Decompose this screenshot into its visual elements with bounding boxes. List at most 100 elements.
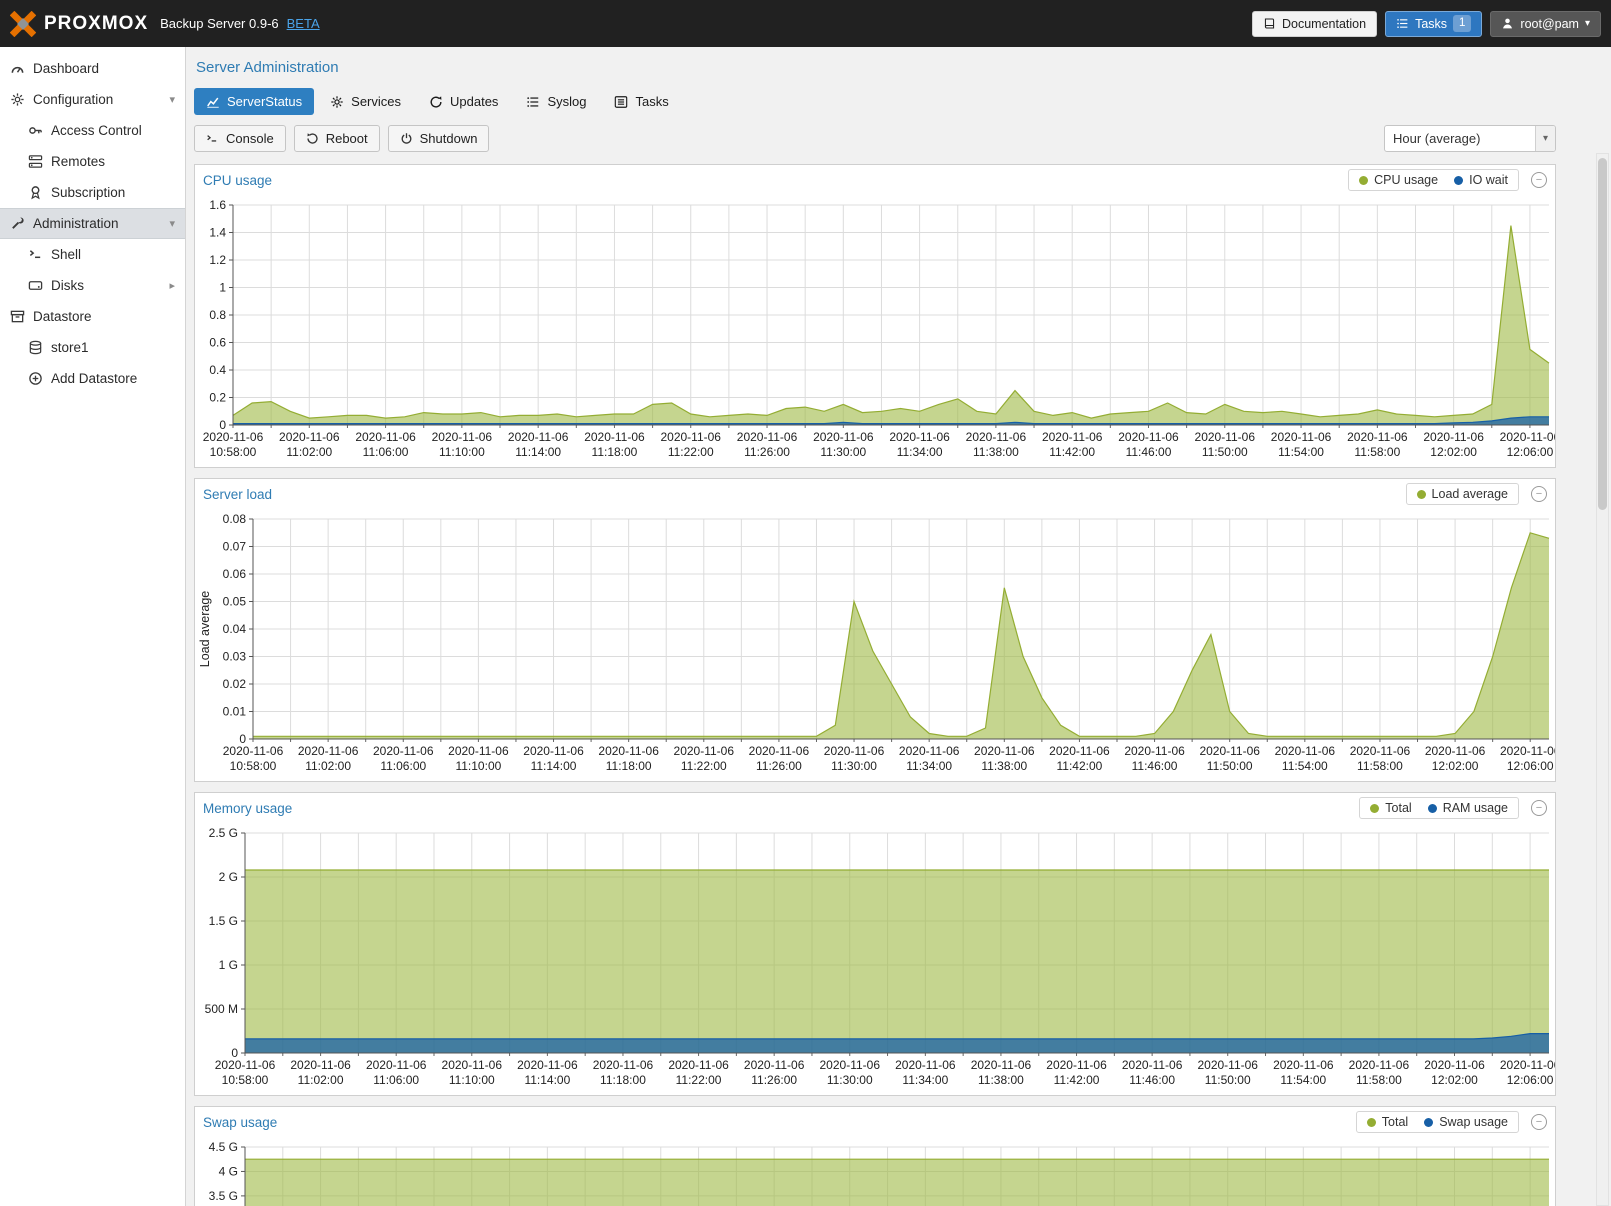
tasks-button[interactable]: Tasks 1	[1385, 11, 1482, 37]
svg-text:2020-11-06: 2020-11-06	[593, 1058, 654, 1072]
svg-text:0.2: 0.2	[209, 391, 226, 405]
legend-item[interactable]: Swap usage	[1424, 1115, 1508, 1129]
legend-item[interactable]: RAM usage	[1428, 801, 1508, 815]
tab-label: Updates	[450, 94, 498, 109]
tab-updates[interactable]: Updates	[417, 88, 510, 115]
user-menu-button[interactable]: root@pam ▾	[1490, 11, 1601, 37]
collapse-panel-icon[interactable]: −	[1531, 800, 1547, 816]
svg-text:2020-11-06: 2020-11-06	[1118, 430, 1179, 444]
collapse-panel-icon[interactable]: −	[1531, 172, 1547, 188]
legend-item[interactable]: CPU usage	[1359, 173, 1438, 187]
svg-text:11:46:00: 11:46:00	[1126, 445, 1172, 459]
legend-item[interactable]: Load average	[1417, 487, 1508, 501]
list-alt-icon	[614, 95, 628, 109]
sidebar-item-disks[interactable]: Disks ▸	[0, 270, 185, 301]
sidebar-item-access-control[interactable]: Access Control	[0, 115, 185, 146]
svg-text:2 G: 2 G	[219, 870, 238, 884]
product-version: Backup Server 0.9-6	[160, 16, 279, 31]
svg-text:11:58:00: 11:58:00	[1356, 1073, 1402, 1087]
sidebar-item-subscription[interactable]: Subscription	[0, 177, 185, 208]
collapse-panel-icon[interactable]: −	[1531, 486, 1547, 502]
tab-label: Services	[351, 94, 401, 109]
power-icon	[400, 132, 413, 145]
svg-text:2020-11-06: 2020-11-06	[668, 1058, 729, 1072]
svg-text:2020-11-06: 2020-11-06	[290, 1058, 351, 1072]
scrollbar-thumb[interactable]	[1598, 158, 1607, 510]
collapse-panel-icon[interactable]: −	[1531, 1114, 1547, 1130]
svg-text:11:06:00: 11:06:00	[380, 759, 426, 773]
beta-link[interactable]: BETA	[287, 16, 320, 31]
svg-text:0.6: 0.6	[209, 336, 226, 350]
legend-item[interactable]: Total	[1367, 1115, 1408, 1129]
svg-text:4.5 G: 4.5 G	[209, 1140, 238, 1154]
sidebar-item-label: Add Datastore	[51, 371, 137, 386]
svg-text:4 G: 4 G	[219, 1164, 238, 1178]
svg-text:11:38:00: 11:38:00	[978, 1073, 1024, 1087]
svg-text:2020-11-06: 2020-11-06	[813, 430, 874, 444]
legend-dot	[1417, 490, 1426, 499]
svg-text:11:54:00: 11:54:00	[1280, 1073, 1326, 1087]
svg-text:11:22:00: 11:22:00	[668, 445, 714, 459]
svg-text:2020-11-06: 2020-11-06	[1197, 1058, 1258, 1072]
legend-item[interactable]: Total	[1370, 801, 1411, 815]
legend-dot	[1424, 1118, 1433, 1127]
cpu-usage-panel: CPU usage CPU usage IO wait − 00.20.40.6…	[194, 164, 1556, 468]
main-content: Server Administration ServerStatus Servi…	[186, 47, 1611, 1206]
svg-text:11:02:00: 11:02:00	[286, 445, 332, 459]
tab-syslog[interactable]: Syslog	[514, 88, 598, 115]
toolbar: Console Reboot Shutdown Hour (average) ▾	[194, 125, 1556, 152]
sidebar-item-remotes[interactable]: Remotes	[0, 146, 185, 177]
svg-text:2020-11-06: 2020-11-06	[1500, 430, 1555, 444]
panel-title: CPU usage	[203, 173, 272, 188]
tab-services[interactable]: Services	[318, 88, 413, 115]
sidebar-item-dashboard[interactable]: Dashboard	[0, 53, 185, 84]
svg-text:11:18:00: 11:18:00	[592, 445, 638, 459]
chevron-down-icon[interactable]: ▾	[169, 217, 179, 230]
svg-text:2020-11-06: 2020-11-06	[889, 430, 950, 444]
svg-text:2020-11-06: 2020-11-06	[1500, 1058, 1555, 1072]
svg-text:11:22:00: 11:22:00	[676, 1073, 722, 1087]
brand-name: PROXMOX	[44, 13, 148, 35]
svg-text:11:10:00: 11:10:00	[449, 1073, 495, 1087]
user-label: root@pam	[1520, 17, 1579, 31]
reboot-button[interactable]: Reboot	[294, 125, 380, 152]
memory-legend: Total RAM usage	[1359, 797, 1519, 819]
tasks-count-badge: 1	[1453, 15, 1471, 32]
documentation-button[interactable]: Documentation	[1252, 11, 1377, 37]
list-icon	[1396, 17, 1409, 30]
shutdown-label: Shutdown	[420, 131, 478, 146]
svg-text:2020-11-06: 2020-11-06	[523, 744, 584, 758]
sidebar-item-configuration[interactable]: Configuration ▾	[0, 84, 185, 115]
svg-text:2020-11-06: 2020-11-06	[432, 430, 493, 444]
page-title: Server Administration	[196, 59, 1556, 76]
svg-text:2020-11-06: 2020-11-06	[508, 430, 569, 444]
chevron-right-icon[interactable]: ▸	[169, 279, 179, 292]
sidebar-item-add-datastore[interactable]: Add Datastore	[0, 363, 185, 394]
sidebar-item-label: Datastore	[33, 309, 92, 324]
svg-text:2020-11-06: 2020-11-06	[442, 1058, 503, 1072]
svg-text:2020-11-06: 2020-11-06	[355, 430, 416, 444]
tab-serverstatus[interactable]: ServerStatus	[194, 88, 314, 115]
time-range-select[interactable]: Hour (average) ▾	[1384, 125, 1556, 152]
svg-text:2020-11-06: 2020-11-06	[1350, 744, 1411, 758]
sidebar-item-shell[interactable]: Shell	[0, 239, 185, 270]
sidebar-item-administration[interactable]: Administration ▾	[0, 208, 185, 239]
sidebar-item-datastore[interactable]: Datastore	[0, 301, 185, 332]
app-header: PROXMOX Backup Server 0.9-6 BETA Documen…	[0, 0, 1611, 47]
server-load-panel: Server load Load average − 00.010.020.03…	[194, 478, 1556, 782]
svg-text:2020-11-06: 2020-11-06	[1275, 744, 1336, 758]
sidebar-item-store1[interactable]: store1	[0, 332, 185, 363]
vertical-scrollbar[interactable]	[1596, 153, 1609, 1206]
tab-bar: ServerStatus Services Updates Syslog Tas…	[194, 88, 1556, 115]
console-button[interactable]: Console	[194, 125, 286, 152]
svg-text:11:38:00: 11:38:00	[981, 759, 1027, 773]
console-label: Console	[226, 131, 274, 146]
svg-text:11:46:00: 11:46:00	[1132, 759, 1178, 773]
chevron-down-icon[interactable]: ▾	[169, 93, 179, 106]
tab-tasks[interactable]: Tasks	[602, 88, 680, 115]
shutdown-button[interactable]: Shutdown	[388, 125, 490, 152]
legend-item[interactable]: IO wait	[1454, 173, 1508, 187]
svg-text:2020-11-06: 2020-11-06	[737, 430, 798, 444]
proxmox-x-logo-icon	[10, 11, 36, 37]
svg-text:2020-11-06: 2020-11-06	[584, 430, 645, 444]
